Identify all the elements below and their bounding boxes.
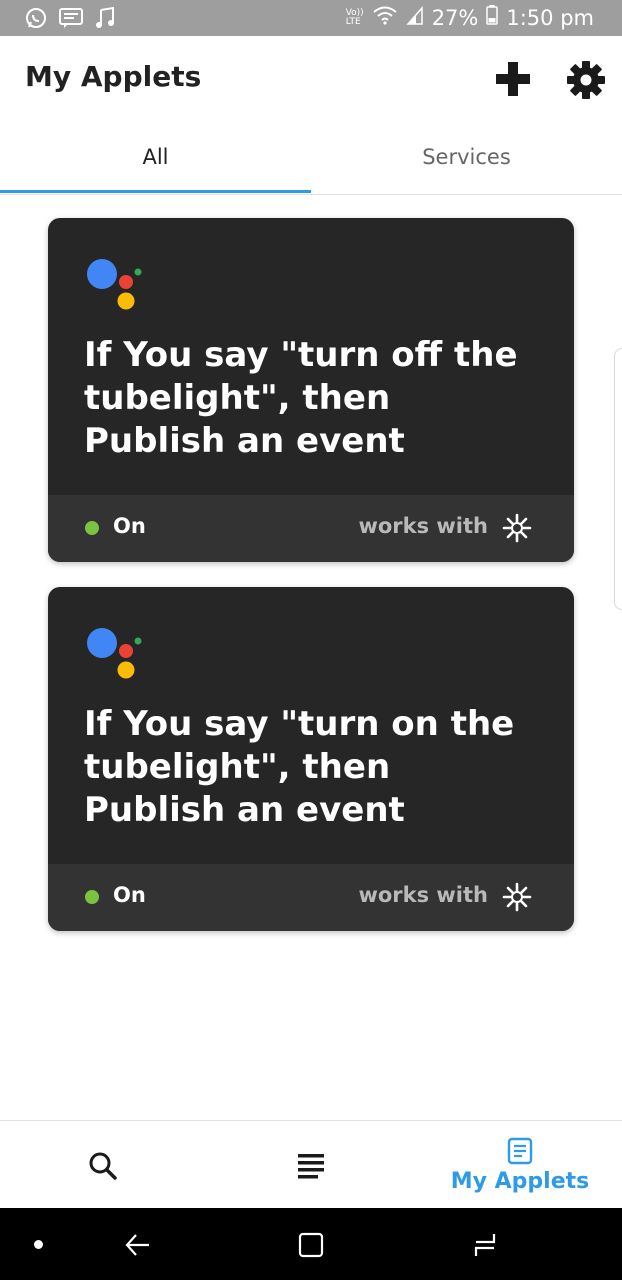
google-assistant-icon	[87, 628, 142, 679]
whatsapp-icon	[24, 6, 48, 34]
plus-icon	[496, 62, 530, 96]
home-icon[interactable]	[296, 1230, 326, 1260]
applet-footer: On works with	[48, 864, 574, 931]
system-nav-bar	[0, 1208, 622, 1280]
nav-my-applets[interactable]: My Applets	[440, 1121, 600, 1209]
battery-percent: 27%	[431, 5, 479, 30]
signal-icon	[406, 5, 424, 30]
applet-card[interactable]: If You say "turn off the tubelight", the…	[48, 218, 574, 562]
add-applet-button[interactable]	[494, 60, 532, 98]
gear-icon	[567, 61, 605, 99]
applet-title: If You say "turn on the tubelight", then…	[84, 704, 515, 830]
applet-footer: On works with	[48, 495, 574, 562]
volte-icon: Vo)) LTE	[345, 7, 364, 27]
nav-dot-icon[interactable]	[34, 1240, 43, 1249]
music-icon	[94, 6, 116, 34]
status-bar-system: Vo)) LTE 27% 1:50 pm	[346, 5, 594, 30]
wifi-icon	[372, 5, 398, 30]
nav-feed[interactable]	[266, 1121, 356, 1209]
applet-card[interactable]: If You say "turn on the tubelight", then…	[48, 587, 574, 931]
applet-title: If You say "turn off the tubelight", the…	[84, 335, 518, 461]
status-time: 1:50 pm	[506, 5, 594, 30]
nav-search[interactable]	[60, 1121, 150, 1209]
tab-services[interactable]: Services	[311, 124, 622, 192]
tab-all[interactable]: All	[0, 124, 311, 192]
status-dot	[85, 890, 99, 904]
my-applets-icon	[507, 1137, 533, 1165]
active-tab-indicator	[0, 190, 311, 193]
works-with-label: works with	[358, 514, 488, 538]
recents-icon[interactable]	[470, 1230, 500, 1260]
google-assistant-icon	[87, 259, 142, 310]
nav-my-applets-label: My Applets	[450, 1169, 590, 1194]
page-title: My Applets	[25, 60, 202, 93]
status-bar: Vo)) LTE 27% 1:50 pm	[0, 0, 622, 36]
webhook-icon	[502, 882, 532, 912]
back-icon[interactable]	[122, 1230, 152, 1260]
applet-status: On	[113, 883, 146, 907]
works-with-label: works with	[358, 883, 488, 907]
bottom-nav: My Applets	[0, 1120, 622, 1209]
status-bar-notifications	[24, 6, 116, 34]
edge-panel-handle[interactable]	[614, 348, 622, 610]
tab-bar: All Services	[0, 124, 622, 195]
settings-button[interactable]	[566, 60, 606, 100]
message-icon	[58, 7, 84, 33]
app-header: My Applets	[0, 36, 622, 124]
webhook-icon	[502, 513, 532, 543]
status-dot	[85, 521, 99, 535]
feed-icon	[298, 1154, 324, 1179]
battery-icon	[486, 5, 499, 30]
applet-status: On	[113, 514, 146, 538]
search-icon	[89, 1152, 117, 1180]
